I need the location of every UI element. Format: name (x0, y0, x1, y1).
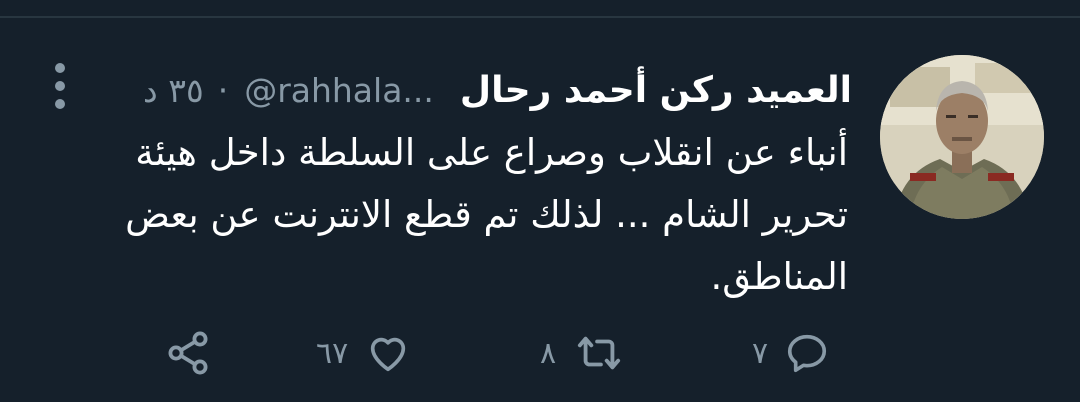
display-name[interactable]: العميد ركن أحمد رحال (460, 70, 852, 111)
avatar[interactable] (880, 55, 1044, 219)
share-icon (164, 329, 212, 377)
like-button[interactable]: ٦٧ (316, 328, 412, 378)
share-button[interactable] (164, 328, 212, 378)
tweet-card[interactable]: العميد ركن أحمد رحال @rahhala... · ٣٥ د … (0, 18, 1080, 402)
user-handle[interactable]: @rahhala... (244, 71, 434, 110)
tweet-text: أنباء عن انقلاب وصراع على السلطة داخل هي… (125, 131, 848, 298)
like-count: ٦٧ (316, 335, 349, 371)
retweet-button[interactable]: ٨ (540, 328, 626, 378)
retweet-icon (572, 330, 626, 376)
reply-icon (784, 330, 830, 376)
more-options-icon[interactable] (50, 60, 70, 116)
timestamp[interactable]: ٣٥ د (143, 71, 204, 110)
heart-icon (364, 330, 412, 376)
tweet-header: العميد ركن أحمد رحال @rahhala... · ٣٥ د (143, 62, 852, 118)
separator-dot: · (217, 70, 229, 110)
retweet-count: ٨ (540, 335, 557, 371)
reply-button[interactable]: ٧ (752, 328, 830, 378)
avatar-image (880, 55, 1044, 219)
reply-count: ٧ (752, 335, 769, 371)
tweet-actions: ٧ ٨ ٦٧ (0, 328, 1080, 378)
